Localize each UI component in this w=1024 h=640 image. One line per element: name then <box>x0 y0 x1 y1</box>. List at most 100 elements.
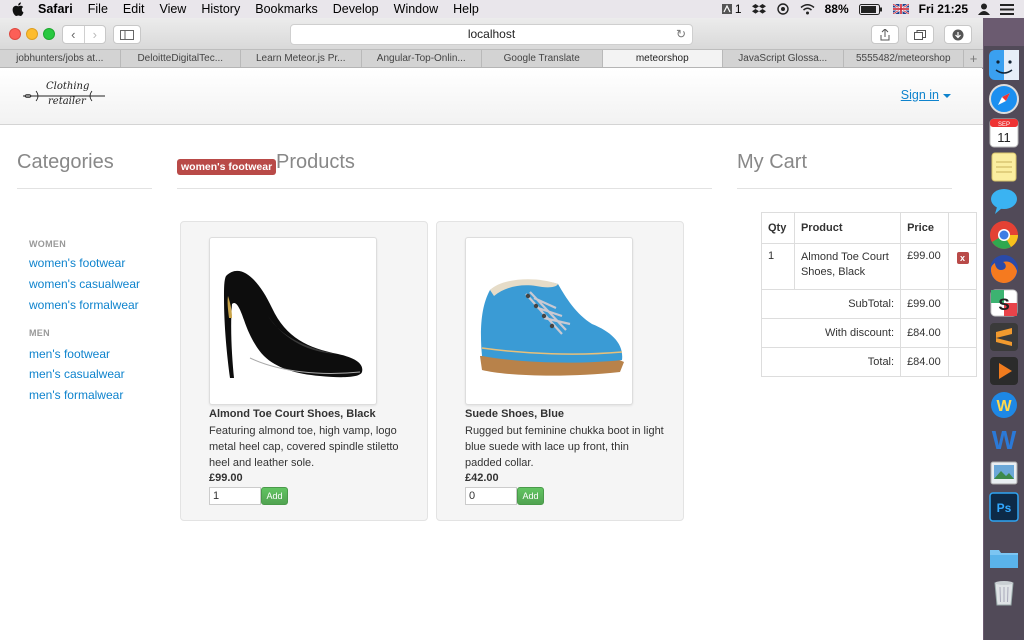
tab-jobhunters[interactable]: jobhunters/jobs at... <box>0 50 121 67</box>
cart-item-product: Almond Toe Court Shoes, Black <box>793 243 902 290</box>
dropbox-icon[interactable] <box>751 3 766 15</box>
history-nav: ‹ › <box>62 25 106 44</box>
site-logo[interactable]: Clothing retailer <box>22 79 106 111</box>
menu-bookmarks[interactable]: Bookmarks <box>255 2 318 16</box>
app-w-icon[interactable]: W <box>987 388 1021 422</box>
messages-icon[interactable] <box>987 184 1021 218</box>
share-button[interactable] <box>871 25 899 44</box>
sync-icon[interactable] <box>776 3 790 15</box>
tab-deloitte[interactable]: DeloitteDigitalTec... <box>121 50 241 67</box>
notification-list-icon[interactable] <box>1000 3 1014 15</box>
tab-angular[interactable]: Angular-Top-Onlin... <box>362 50 482 67</box>
product-name[interactable]: Almond Toe Court Shoes, Black <box>209 408 376 420</box>
quantity-input[interactable]: 0 <box>465 487 517 505</box>
finder-icon[interactable] <box>987 48 1021 82</box>
menu-develop[interactable]: Develop <box>333 2 379 16</box>
tab-github-meteorshop[interactable]: 5555482/meteorshop <box>844 50 964 67</box>
tab-learn-meteor[interactable]: Learn Meteor.js Pr... <box>241 50 362 67</box>
calendar-month: SEP <box>998 122 1010 128</box>
calendar-icon[interactable]: SEP 11 <box>987 116 1021 150</box>
logo-line1: Clothing <box>46 81 90 92</box>
product-description: Rugged but feminine chukka boot in light… <box>465 425 664 469</box>
menu-view[interactable]: View <box>159 2 186 16</box>
minimize-window-button[interactable] <box>26 28 38 40</box>
slack-like-icon[interactable]: S <box>987 286 1021 320</box>
safari-icon[interactable] <box>987 82 1021 116</box>
wifi-icon[interactable] <box>800 3 815 15</box>
total-label: Total: <box>760 347 902 377</box>
sublime-text-icon[interactable] <box>987 320 1021 354</box>
menu-file[interactable]: File <box>88 2 108 16</box>
forward-button[interactable]: › <box>83 26 106 43</box>
category-link-womens-footwear[interactable]: women's footwear <box>29 256 125 270</box>
downloads-button[interactable] <box>944 25 972 44</box>
adobe-status-icon[interactable]: 1 <box>721 2 742 16</box>
menu-help[interactable]: Help <box>453 2 479 16</box>
stiletto-shoe-image <box>224 270 363 378</box>
cart-total-row: Total: £84.00 <box>760 347 977 377</box>
quantity-input[interactable]: 1 <box>209 487 261 505</box>
category-link-mens-formalwear[interactable]: men's formalwear <box>29 388 123 402</box>
notes-icon[interactable] <box>987 150 1021 184</box>
reload-icon[interactable]: ↻ <box>676 25 686 44</box>
product-image[interactable] <box>209 237 377 405</box>
clock[interactable]: Fri 21:25 <box>919 2 968 16</box>
category-link-mens-footwear[interactable]: men's footwear <box>29 347 110 361</box>
word-icon[interactable]: W <box>987 422 1021 456</box>
sign-in-dropdown[interactable]: Sign in <box>901 88 951 102</box>
chukka-boot-image <box>480 279 624 376</box>
add-to-cart-button[interactable]: Add <box>261 487 288 505</box>
total-value: £84.00 <box>900 347 950 377</box>
trash-icon[interactable] <box>987 574 1021 608</box>
browser-toolbar: ‹ › localhost ↻ <box>0 18 983 50</box>
close-window-button[interactable] <box>9 28 21 40</box>
folder-icon[interactable] <box>987 540 1021 574</box>
zoom-window-button[interactable] <box>43 28 55 40</box>
divider <box>17 188 152 189</box>
menu-app-name[interactable]: Safari <box>38 2 73 16</box>
cart-header-product: Product <box>793 212 902 244</box>
uk-flag-icon[interactable] <box>892 4 909 14</box>
remove-item-button[interactable]: x <box>956 252 969 264</box>
media-player-icon[interactable] <box>987 354 1021 388</box>
svg-text:S: S <box>998 295 1009 314</box>
menu-history[interactable]: History <box>201 2 240 16</box>
address-bar[interactable]: localhost ↻ <box>290 24 693 45</box>
categories-title: Categories <box>17 151 114 173</box>
divider <box>177 188 712 189</box>
tab-google-translate[interactable]: Google Translate <box>482 50 603 67</box>
cart-title: My Cart <box>737 151 807 173</box>
back-button[interactable]: ‹ <box>63 26 84 43</box>
menu-window[interactable]: Window <box>394 2 438 16</box>
add-to-cart-button[interactable]: Add <box>517 487 544 505</box>
category-link-mens-casualwear[interactable]: men's casualwear <box>29 367 125 381</box>
tab-javascript-glossary[interactable]: JavaScript Glossa... <box>723 50 844 67</box>
user-icon[interactable] <box>978 3 990 15</box>
tabs-overview-button[interactable] <box>906 25 934 44</box>
logo-line2: retailer <box>48 96 86 107</box>
product-name[interactable]: Suede Shoes, Blue <box>465 408 564 420</box>
product-description: Featuring almond toe, high vamp, logo me… <box>209 425 399 469</box>
browser-window: ‹ › localhost ↻ jobhunters/jobs at... De… <box>0 18 983 640</box>
apple-icon[interactable] <box>12 2 26 16</box>
category-heading-men: MEN <box>29 328 50 338</box>
site-header: Clothing retailer Sign in <box>0 69 983 125</box>
battery-icon[interactable] <box>858 3 883 15</box>
cart-header-row: Qty Product Price <box>761 212 977 244</box>
sidebar-toggle-button[interactable] <box>113 25 141 44</box>
chrome-icon[interactable] <box>987 218 1021 252</box>
photoshop-icon[interactable]: Ps <box>987 490 1021 524</box>
subtotal-value: £99.00 <box>900 289 950 319</box>
menu-edit[interactable]: Edit <box>123 2 145 16</box>
firefox-icon[interactable] <box>987 252 1021 286</box>
cart-item-row: 1 Almond Toe Court Shoes, Black £99.00 x <box>761 243 977 290</box>
category-link-womens-formalwear[interactable]: women's formalwear <box>29 298 139 312</box>
cart-item-qty: 1 <box>761 243 795 290</box>
cart-header-qty: Qty <box>761 212 795 244</box>
cart-item-price: £99.00 <box>900 243 950 290</box>
tab-meteorshop[interactable]: meteorshop <box>602 50 723 67</box>
preview-icon[interactable] <box>987 456 1021 490</box>
category-link-womens-casualwear[interactable]: women's casualwear <box>29 277 140 291</box>
product-image[interactable] <box>465 237 633 405</box>
new-tab-button[interactable]: + <box>964 50 983 67</box>
